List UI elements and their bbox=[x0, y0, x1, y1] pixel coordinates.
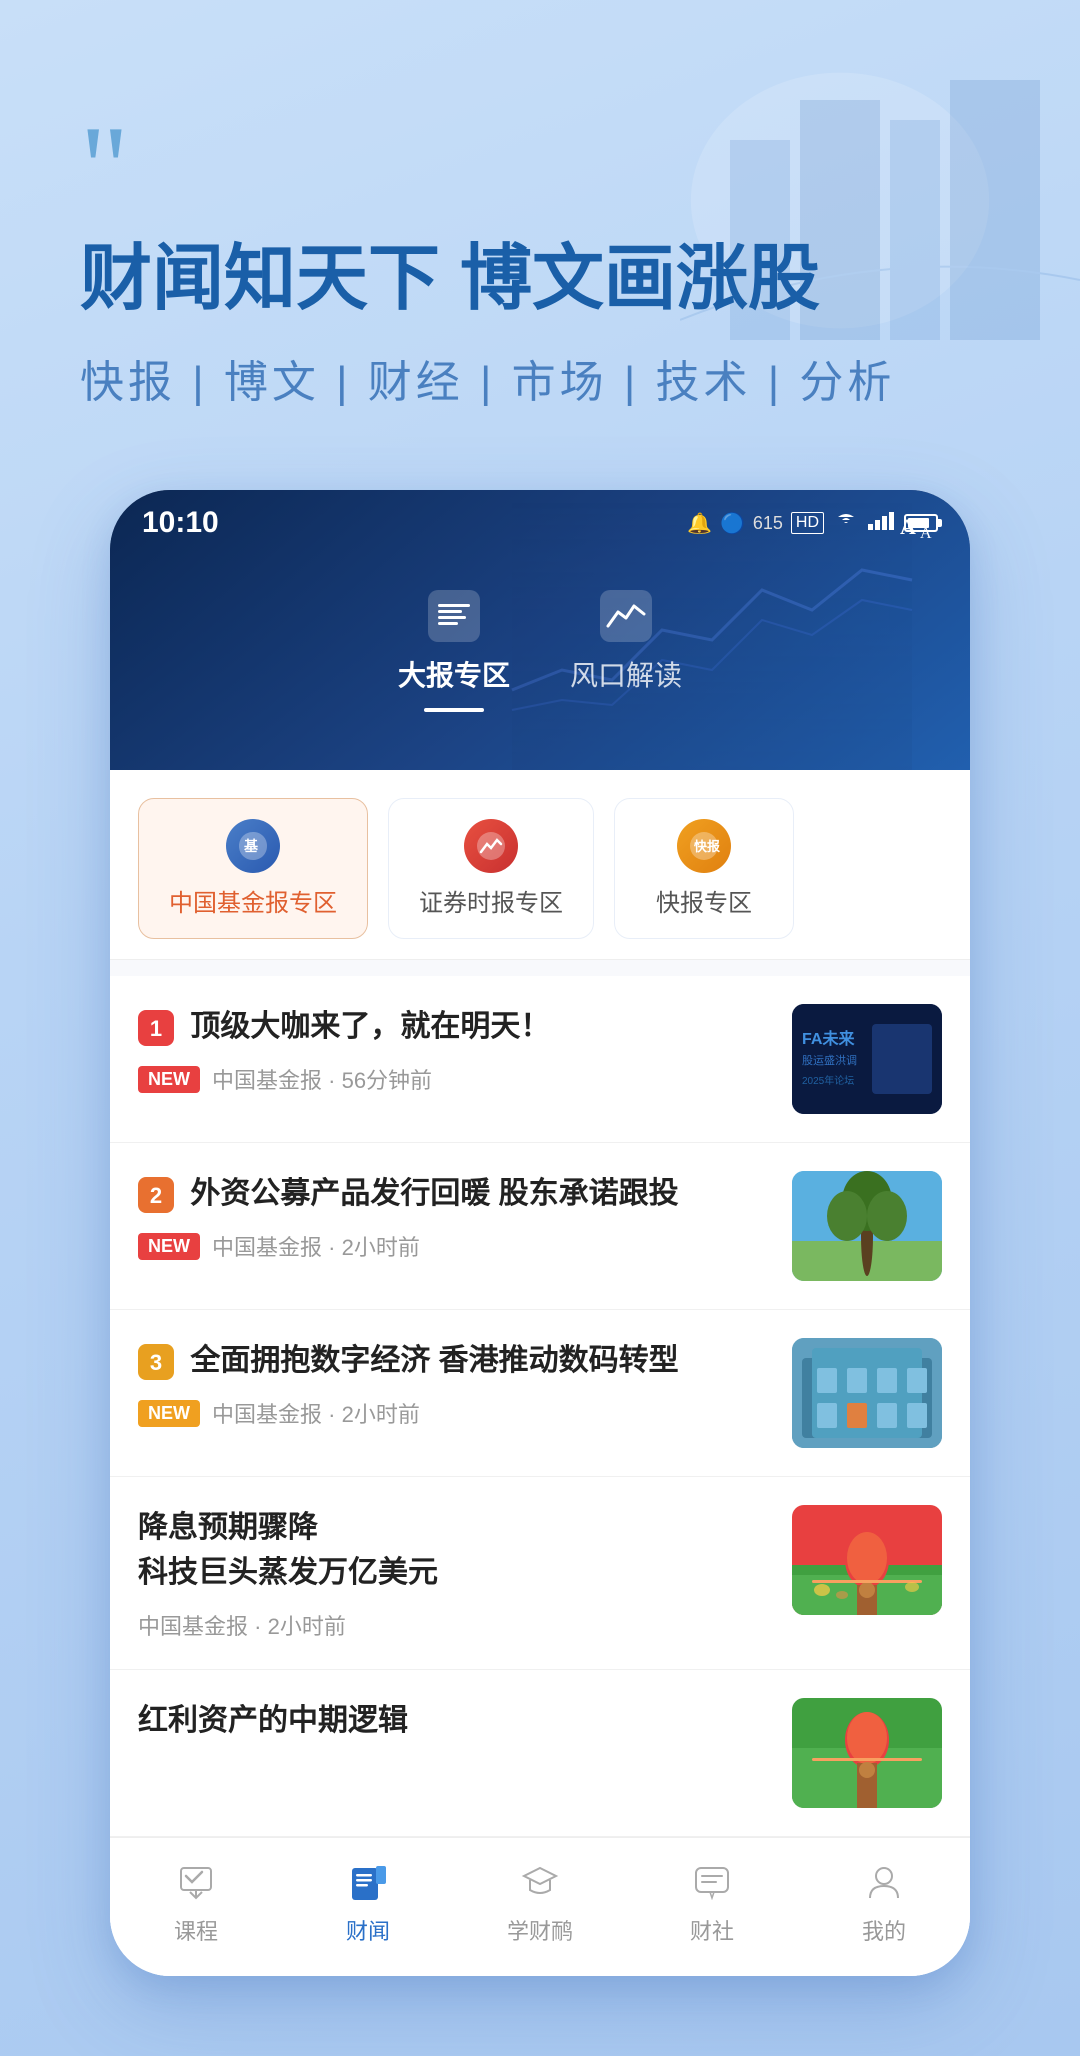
news-source-3: 中国基金报 · 2小时前 bbox=[212, 1397, 420, 1429]
kuaibao-icon: 快报 bbox=[677, 819, 731, 873]
svg-text:基: 基 bbox=[244, 838, 259, 854]
phone-container: 10:10 🔔 🔵 615 HD bbox=[110, 490, 970, 1976]
fengkou-icon bbox=[598, 588, 654, 644]
news-item-4[interactable]: 降息预期骤降科技巨头蒸发万亿美元 中国基金报 · 2小时前 bbox=[110, 1477, 970, 1670]
nav-wode[interactable]: 我的 bbox=[824, 1858, 944, 1946]
header-section: " 财闻知天下 博文画涨股 快报 | 博文 | 财经 | 市场 | 技术 | 分… bbox=[0, 0, 1080, 470]
wode-label: 我的 bbox=[862, 1914, 906, 1946]
category-tab-kuaibao[interactable]: 快报 快报专区 bbox=[614, 798, 794, 939]
quote-mark: " bbox=[80, 120, 1000, 216]
kuaibao-label: 快报专区 bbox=[656, 883, 752, 918]
new-badge-1: NEW bbox=[138, 1066, 200, 1093]
font-size-area[interactable]: A A bbox=[898, 506, 938, 551]
news-image-4 bbox=[792, 1505, 942, 1615]
tab-dabao-label: 大报专区 bbox=[398, 654, 510, 694]
news-item-3[interactable]: 3 全面拥抱数字经济 香港推动数码转型 NEW 中国基金报 · 2小时前 bbox=[110, 1310, 970, 1477]
header-subtitle: 快报 | 博文 | 财经 | 市场 | 技术 | 分析 bbox=[80, 346, 1000, 410]
news-image-2 bbox=[792, 1171, 942, 1281]
caijian-icon bbox=[344, 1858, 392, 1906]
svg-text:A: A bbox=[920, 525, 932, 542]
phone-header: 10:10 🔔 🔵 615 HD bbox=[110, 490, 970, 770]
category-tab-jijin[interactable]: 基 中国基金报专区 bbox=[138, 798, 368, 939]
new-badge-3: NEW bbox=[138, 1400, 200, 1427]
news-meta-1: NEW 中国基金报 · 56分钟前 bbox=[138, 1063, 772, 1095]
news-meta-4: 中国基金报 · 2小时前 bbox=[138, 1609, 772, 1641]
news-source-1: 中国基金报 · 56分钟前 bbox=[212, 1063, 432, 1095]
xuecaie-icon bbox=[516, 1858, 564, 1906]
zhengquan-label: 证券时报专区 bbox=[419, 883, 563, 918]
svg-text:股运盛洪调: 股运盛洪调 bbox=[802, 1053, 857, 1067]
news-rank-3: 3 bbox=[138, 1344, 174, 1380]
nav-caijian[interactable]: 财闻 bbox=[308, 1858, 428, 1946]
phone-tabs: 大报专区 风口解读 bbox=[110, 548, 970, 742]
notification-icon: 🔔 bbox=[687, 511, 712, 536]
speed-text: 615 bbox=[753, 513, 783, 534]
svg-text:2025年论坛: 2025年论坛 bbox=[802, 1074, 854, 1087]
zhengquan-icon bbox=[464, 819, 518, 873]
status-time: 10:10 bbox=[142, 506, 219, 540]
news-item-3-content: 3 全面拥抱数字经济 香港推动数码转型 NEW 中国基金报 · 2小时前 bbox=[138, 1338, 772, 1429]
news-rank-2: 2 bbox=[138, 1177, 174, 1213]
news-rank-1: 1 bbox=[138, 1010, 174, 1046]
news-title-3: 3 全面拥抱数字经济 香港推动数码转型 bbox=[138, 1338, 772, 1383]
phone-wrapper: 10:10 🔔 🔵 615 HD bbox=[0, 470, 1080, 2056]
news-meta-2: NEW 中国基金报 · 2小时前 bbox=[138, 1230, 772, 1262]
news-item-2-content: 2 外资公募产品发行回暖 股东承诺跟投 NEW 中国基金报 · 2小时前 bbox=[138, 1171, 772, 1262]
news-meta-3: NEW 中国基金报 · 2小时前 bbox=[138, 1397, 772, 1429]
news-item-5-content: 红利资产的中期逻辑 bbox=[138, 1698, 772, 1757]
news-title-1: 1 顶级大咖来了，就在明天！ bbox=[138, 1004, 772, 1049]
news-item-5[interactable]: 红利资产的中期逻辑 bbox=[110, 1670, 970, 1837]
kecheng-icon bbox=[172, 1858, 220, 1906]
news-image-3 bbox=[792, 1338, 942, 1448]
signal-bars bbox=[868, 510, 896, 536]
news-item-1[interactable]: 1 顶级大咖来了，就在明天！ NEW 中国基金报 · 56分钟前 bbox=[110, 976, 970, 1143]
phone-content: 基 中国基金报专区 证券时报专区 bbox=[110, 770, 970, 1976]
jijin-label: 中国基金报专区 bbox=[169, 883, 337, 918]
caishe-icon bbox=[688, 1858, 736, 1906]
news-list: 1 顶级大咖来了，就在明天！ NEW 中国基金报 · 56分钟前 bbox=[110, 976, 970, 1837]
news-item-2[interactable]: 2 外资公募产品发行回暖 股东承诺跟投 NEW 中国基金报 · 2小时前 bbox=[110, 1143, 970, 1310]
tab-fengkou[interactable]: 风口解读 bbox=[570, 588, 682, 712]
nav-caishe[interactable]: 财社 bbox=[652, 1858, 772, 1946]
news-image-1: FA未来 股运盛洪调 2025年论坛 bbox=[792, 1004, 942, 1114]
wode-icon bbox=[860, 1858, 908, 1906]
svg-text:FA未来: FA未来 bbox=[802, 1029, 855, 1048]
bluetooth-icon: 🔵 bbox=[720, 511, 745, 536]
tab-dabao[interactable]: 大报专区 bbox=[398, 588, 510, 712]
news-title-2: 2 外资公募产品发行回暖 股东承诺跟投 bbox=[138, 1171, 772, 1216]
nav-kecheng[interactable]: 课程 bbox=[136, 1858, 256, 1946]
svg-text:A: A bbox=[900, 514, 916, 539]
svg-text:快报: 快报 bbox=[694, 839, 721, 854]
category-tab-zhengquan[interactable]: 证券时报专区 bbox=[388, 798, 594, 939]
status-bar: 10:10 🔔 🔵 615 HD bbox=[110, 490, 970, 548]
bottom-nav: 课程 财闻 bbox=[110, 1837, 970, 1976]
xuecaie-label: 学财鸸 bbox=[507, 1914, 573, 1946]
new-badge-2: NEW bbox=[138, 1233, 200, 1260]
caijian-label: 财闻 bbox=[346, 1914, 390, 1946]
category-tabs: 基 中国基金报专区 证券时报专区 bbox=[110, 770, 970, 960]
wifi-icon bbox=[832, 510, 860, 536]
kecheng-label: 课程 bbox=[174, 1914, 218, 1946]
news-item-4-content: 降息预期骤降科技巨头蒸发万亿美元 中国基金报 · 2小时前 bbox=[138, 1505, 772, 1641]
news-image-5 bbox=[792, 1698, 942, 1808]
tab-active-indicator bbox=[424, 708, 484, 712]
news-title-4: 降息预期骤降科技巨头蒸发万亿美元 bbox=[138, 1505, 772, 1595]
news-item-1-content: 1 顶级大咖来了，就在明天！ NEW 中国基金报 · 56分钟前 bbox=[138, 1004, 772, 1095]
hd-badge: HD bbox=[791, 512, 824, 534]
news-title-5: 红利资产的中期逻辑 bbox=[138, 1698, 772, 1743]
nav-xuecaie[interactable]: 学财鸸 bbox=[480, 1858, 600, 1946]
dabao-icon bbox=[426, 588, 482, 644]
tab-fengkou-label: 风口解读 bbox=[570, 654, 682, 694]
news-source-2: 中国基金报 · 2小时前 bbox=[212, 1230, 420, 1262]
news-source-4: 中国基金报 · 2小时前 bbox=[138, 1609, 346, 1641]
header-title: 财闻知天下 博文画涨股 bbox=[80, 236, 1000, 322]
jijin-icon: 基 bbox=[226, 819, 280, 873]
caishe-label: 财社 bbox=[690, 1914, 734, 1946]
